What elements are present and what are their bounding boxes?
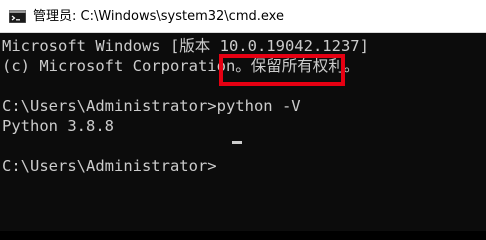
console-line: Microsoft Windows [版本 10.0.19042.1237] xyxy=(2,37,369,55)
command-highlight-box xyxy=(219,54,345,86)
cmd-window: 管理员: C:\Windows\system32\cmd.exe Microso… xyxy=(0,0,486,231)
console-line-prompt: C:\Users\Administrator> xyxy=(2,157,217,175)
title-bar[interactable]: 管理员: C:\Windows\system32\cmd.exe xyxy=(0,0,486,33)
cmd-icon xyxy=(9,10,26,23)
console-line-command: C:\Users\Administrator>python -V xyxy=(2,97,301,115)
console-line-output: Python 3.8.8 xyxy=(2,117,114,135)
text-cursor xyxy=(232,141,242,144)
window-title: 管理员: C:\Windows\system32\cmd.exe xyxy=(33,9,284,24)
